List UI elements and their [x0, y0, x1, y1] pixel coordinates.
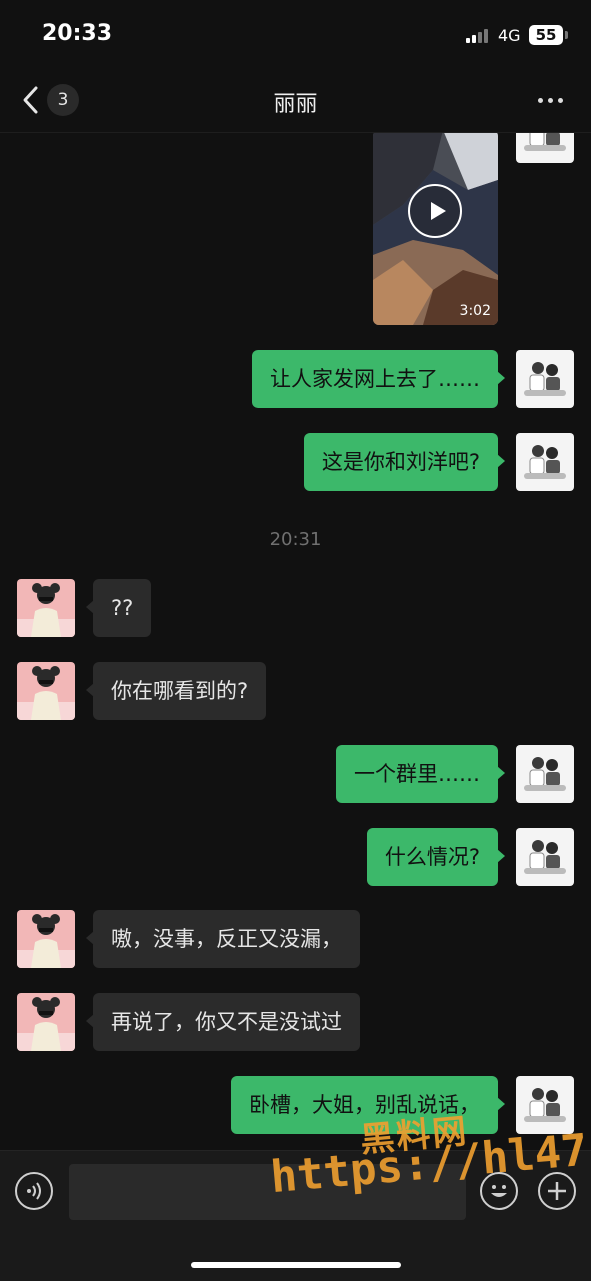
couple-illustration-icon	[516, 745, 574, 803]
voice-icon	[27, 1182, 41, 1200]
home-indicator[interactable]	[191, 1262, 401, 1268]
cellular-signal-icon	[466, 29, 494, 43]
video-duration: 3:02	[459, 303, 491, 319]
more-options-button[interactable]	[536, 88, 566, 112]
battery-tip	[565, 31, 568, 39]
message-bubble-incoming[interactable]: ??	[85, 579, 152, 637]
my-avatar[interactable]	[516, 132, 574, 163]
network-type: 4G	[498, 26, 521, 45]
message-bubble-outgoing[interactable]: 这是你和刘洋吧?	[303, 433, 506, 491]
my-avatar[interactable]	[516, 350, 574, 408]
my-avatar[interactable]	[516, 745, 574, 803]
my-avatar[interactable]	[516, 1076, 574, 1134]
couple-illustration-icon	[516, 828, 574, 886]
girl-illustration-icon	[17, 579, 75, 637]
girl-illustration-icon	[17, 993, 75, 1051]
status-bar: 20:33 4G 55	[0, 0, 591, 70]
contact-avatar[interactable]	[17, 910, 75, 968]
message-bubble-outgoing[interactable]: 什么情况?	[366, 828, 506, 886]
message-timestamp: 20:31	[269, 529, 322, 550]
couple-illustration-icon	[516, 132, 574, 163]
message-bubble-outgoing[interactable]: 一个群里……	[336, 745, 505, 803]
voice-input-button[interactable]	[15, 1172, 53, 1210]
chat-header: 3 丽丽	[0, 70, 591, 133]
chat-title: 丽丽	[273, 92, 318, 117]
battery-icon: 55	[529, 25, 563, 45]
message-bubble-incoming[interactable]: 你在哪看到的?	[85, 662, 267, 720]
my-avatar[interactable]	[516, 828, 574, 886]
contact-avatar[interactable]	[17, 579, 75, 637]
my-avatar[interactable]	[516, 433, 574, 491]
couple-illustration-icon	[516, 350, 574, 408]
couple-illustration-icon	[516, 433, 574, 491]
play-icon[interactable]	[408, 184, 462, 238]
message-bubble-outgoing[interactable]: 让人家发网上去了……	[252, 350, 505, 408]
girl-illustration-icon	[17, 662, 75, 720]
couple-illustration-icon	[516, 1076, 574, 1134]
status-time: 20:33	[42, 21, 113, 46]
message-bubble-incoming[interactable]: 再说了，你又不是没试过	[86, 993, 360, 1051]
video-message[interactable]: 3:02	[373, 132, 498, 325]
message-list[interactable]: 3:02 让人家发网上去了…… 这是你和刘洋吧? 20:31 ?? 你在哪看到的…	[0, 132, 591, 1150]
contact-avatar[interactable]	[17, 993, 75, 1051]
message-bubble-incoming[interactable]: 嗷，没事，反正又没漏，	[86, 910, 360, 968]
contact-avatar[interactable]	[17, 662, 75, 720]
girl-illustration-icon	[17, 910, 75, 968]
